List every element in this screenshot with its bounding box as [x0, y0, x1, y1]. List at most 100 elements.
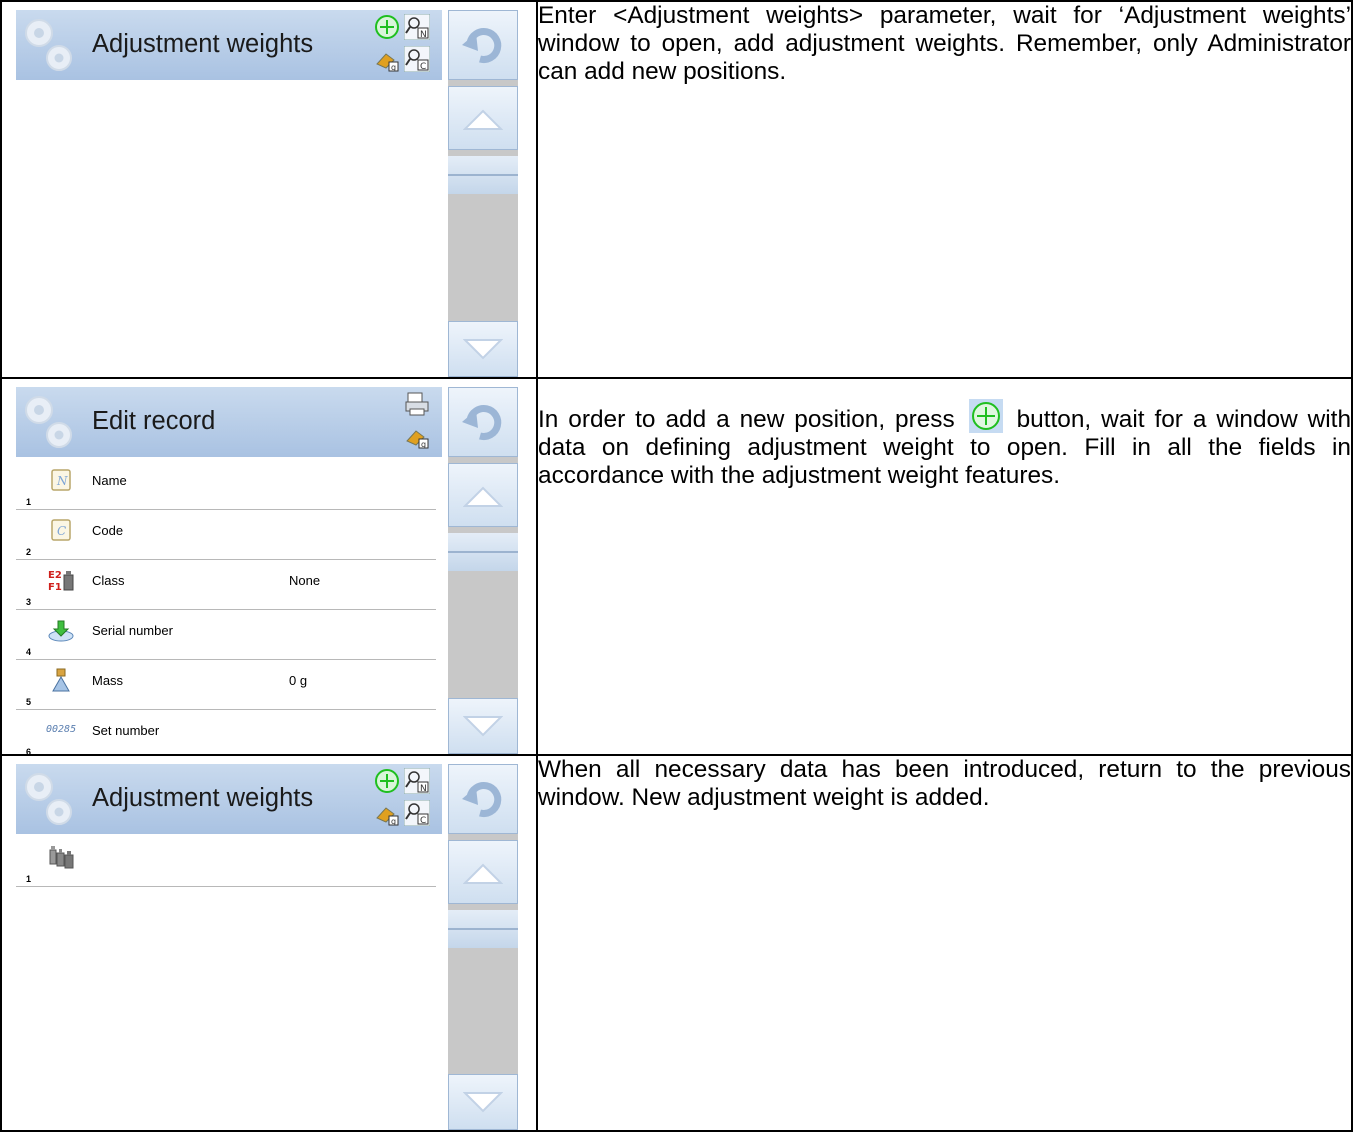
scrollbar[interactable] [448, 387, 518, 754]
description-cell-1: Enter <Adjustment weights> parameter, wa… [536, 0, 1353, 379]
down-arrow-icon [463, 339, 503, 360]
export-icon[interactable]: g [374, 800, 400, 826]
add-plus-icon [968, 399, 1003, 433]
scroll-up-button[interactable] [448, 840, 518, 904]
svg-text:N: N [56, 474, 68, 488]
screen-title: Edit record [92, 407, 216, 435]
settings-gears-icon [25, 396, 72, 448]
name-icon: N [51, 469, 71, 491]
mass-icon [52, 668, 70, 692]
record-number: 4 [26, 647, 32, 657]
title-bar: Adjustment weights N g C [16, 764, 442, 834]
record-list: 1 [16, 836, 442, 1130]
undo-arrow-icon [462, 405, 502, 440]
screen-title: Adjustment weights [92, 784, 314, 812]
scroll-thumb[interactable] [448, 910, 518, 948]
scroll-thumb-grip [448, 928, 518, 930]
record-number: 6 [26, 747, 32, 754]
set-number-icon: 00285 [46, 724, 77, 735]
record-row-class[interactable]: 3 E2 F1 Class None [16, 559, 436, 610]
record-row-name[interactable]: 1 N Name [16, 459, 436, 510]
screenshot-cell-2: Edit record g 1 N Name 2 C Code 3 E2 F1 … [0, 377, 538, 756]
record-row-code[interactable]: 2 C Code [16, 509, 436, 560]
svg-text:g: g [391, 817, 396, 826]
edit-record-screen: Edit record g 1 N Name 2 C Code 3 E2 F1 … [2, 379, 533, 754]
record-row-set-number[interactable]: 6 00285 Set number [16, 709, 436, 754]
record-value: None [289, 573, 321, 588]
svg-text:C: C [420, 816, 426, 826]
undo-arrow-icon [462, 28, 502, 63]
screenshot-cell-3: Adjustment weights N g C 1 [0, 754, 538, 1132]
title-bar: Edit record g [16, 387, 442, 457]
svg-text:g: g [391, 63, 396, 72]
record-number: 5 [26, 697, 32, 707]
scroll-thumb-grip [448, 174, 518, 176]
scroll-thumb-grip [448, 551, 518, 553]
class-icon: E2 F1 [48, 570, 74, 593]
record-label: Mass [92, 673, 124, 688]
record-list: 1 N Name 2 C Code 3 E2 F1 Class None 4 S… [16, 459, 442, 754]
description-text-before: In order to add a new position, press [538, 406, 955, 433]
description-cell-3: When all necessary data has been introdu… [536, 754, 1353, 1132]
record-label: Name [92, 473, 127, 488]
search-by-name-icon[interactable]: N [404, 768, 430, 794]
instruction-row-2: Edit record g 1 N Name 2 C Code 3 E2 F1 … [0, 377, 1353, 756]
scrollbar[interactable] [448, 10, 518, 377]
down-arrow-icon [463, 716, 503, 737]
record-row-serial-number[interactable]: 4 Serial number [16, 609, 436, 660]
serial-number-icon [48, 620, 74, 642]
adjustment-weights-screen-with-record: Adjustment weights N g C 1 [2, 756, 533, 1130]
description-cell-2: In order to add a new position, press bu… [536, 377, 1353, 756]
record-row-mass[interactable]: 5 Mass 0 g [16, 659, 436, 710]
svg-text:C: C [57, 524, 66, 538]
description-text: Enter <Adjustment weights> parameter, wa… [538, 2, 1351, 85]
back-button[interactable] [448, 764, 518, 834]
search-by-code-icon[interactable]: C [404, 46, 430, 72]
scroll-thumb[interactable] [448, 156, 518, 194]
adjustment-weights-screen: Adjustment weights N g C [2, 2, 533, 377]
screen-title: Adjustment weights [92, 30, 314, 58]
scroll-down-button[interactable] [448, 321, 518, 377]
scroll-thumb[interactable] [448, 533, 518, 571]
scroll-up-button[interactable] [448, 463, 518, 527]
record-number: 1 [26, 497, 32, 507]
title-bar: Adjustment weights N g C [16, 10, 442, 80]
back-button[interactable] [448, 10, 518, 80]
search-by-name-icon[interactable]: N [404, 14, 430, 40]
scrollbar[interactable] [448, 764, 518, 1130]
settings-gears-icon [25, 19, 72, 71]
svg-text:N: N [420, 30, 427, 40]
export-icon[interactable]: g [404, 423, 430, 449]
svg-text:g: g [421, 440, 426, 449]
record-number: 2 [26, 547, 32, 557]
down-arrow-icon [463, 1092, 503, 1113]
instruction-table: Adjustment weights N g C Enter <Adjustme… [0, 0, 1353, 1132]
svg-text:F1: F1 [48, 582, 62, 593]
export-icon[interactable]: g [374, 46, 400, 72]
screenshot-cell-1: Adjustment weights N g C [0, 0, 538, 379]
add-plus-icon[interactable] [374, 14, 400, 40]
record-number: 1 [26, 874, 32, 884]
scroll-down-button[interactable] [448, 698, 518, 754]
svg-text:E2: E2 [48, 570, 62, 581]
undo-arrow-icon [462, 782, 502, 817]
record-value: 0 g [289, 673, 308, 688]
weights-icon [49, 846, 74, 869]
add-plus-icon[interactable] [374, 768, 400, 794]
record-row-weight[interactable]: 1 [16, 836, 436, 887]
up-arrow-icon [463, 109, 503, 130]
svg-text:N: N [420, 784, 427, 794]
description-text: When all necessary data has been introdu… [538, 756, 1351, 811]
record-label: Serial number [92, 623, 173, 638]
instruction-row-3: Adjustment weights N g C 1 When all nece… [0, 754, 1353, 1132]
svg-text:C: C [420, 62, 426, 72]
back-button[interactable] [448, 387, 518, 457]
code-icon: C [51, 519, 71, 541]
print-icon[interactable] [404, 391, 430, 417]
settings-gears-icon [25, 773, 72, 825]
search-by-code-icon[interactable]: C [404, 800, 430, 826]
record-number: 3 [26, 597, 32, 607]
scroll-up-button[interactable] [448, 86, 518, 150]
record-label: Code [92, 523, 124, 538]
scroll-down-button[interactable] [448, 1074, 518, 1130]
